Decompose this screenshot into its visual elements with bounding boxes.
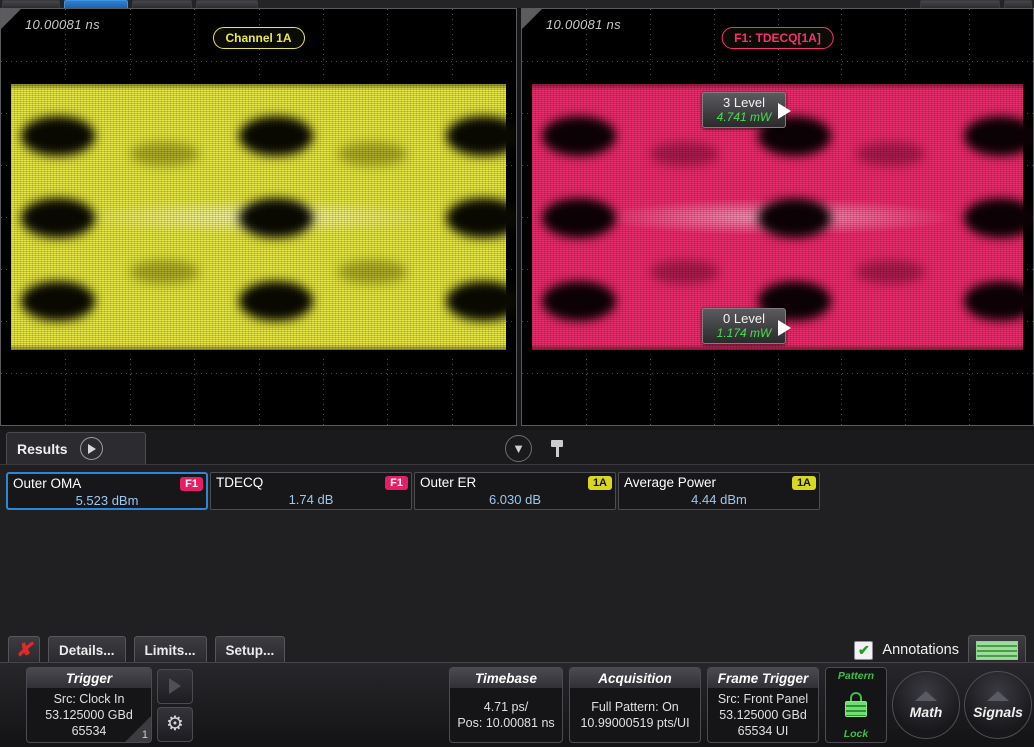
toolbar-button-4[interactable] — [196, 0, 258, 8]
play-icon[interactable] — [79, 437, 103, 460]
status-side-buttons: ⚙ — [157, 667, 193, 743]
trigger-corner-number: 1 — [141, 729, 148, 741]
annotation-color-swatch[interactable] — [968, 635, 1026, 665]
toolbar-button-1[interactable] — [2, 0, 60, 8]
source-badge: F1 — [385, 475, 408, 490]
timebase-line-2: Pos: 10.00081 ns — [457, 715, 555, 730]
padlock-locked-icon — [844, 692, 868, 718]
source-badge: 1A — [587, 475, 612, 490]
math-button-label: Math — [909, 703, 943, 720]
toolbar-button-right-2[interactable] — [1004, 0, 1032, 8]
frame-trigger-line-3: 65534 UI — [737, 723, 789, 738]
tab-results-label: Results — [17, 440, 68, 457]
measurement-name: Outer ER — [420, 475, 477, 490]
annotation-0-level[interactable]: 0 Level 1.174 mW — [702, 308, 786, 344]
timebase-panel[interactable]: Timebase 4.71 ps/ Pos: 10.00081 ns — [449, 667, 563, 743]
timestamp-right: 10.00081 ns — [546, 17, 621, 32]
frame-trigger-panel[interactable]: Frame Trigger Src: Front Panel 53.125000… — [707, 667, 819, 743]
level-marker-0-icon — [778, 320, 791, 336]
chevron-double-down-icon[interactable]: ▼ — [505, 435, 532, 462]
acquisition-line-2: 10.99000519 pts/UI — [580, 715, 690, 730]
status-bar-spacer — [195, 663, 446, 747]
acquisition-title: Acquisition — [570, 668, 700, 688]
annotation-3-level[interactable]: 3 Level 4.741 mW — [702, 92, 786, 128]
pin-icon[interactable] — [551, 440, 563, 457]
measurement-card-tdecq[interactable]: TDECQ F1 1.74 dB — [210, 472, 412, 510]
eye-diagram-trace — [11, 75, 516, 359]
annotations-label: Annotations — [882, 642, 959, 658]
toolbar-button-3[interactable] — [132, 0, 192, 8]
trigger-title: Trigger — [27, 668, 151, 688]
measurement-value: 1.74 dB — [288, 492, 334, 507]
panel-corner-marker — [1, 9, 21, 29]
measurement-card-outer-er[interactable]: Outer ER 1A 6.030 dB — [414, 472, 616, 510]
level-marker-3-icon — [778, 103, 791, 119]
details-button[interactable]: Details... — [48, 636, 126, 664]
measurement-value: 6.030 dB — [488, 492, 542, 507]
signals-button[interactable]: Signals — [964, 671, 1032, 739]
trace-noise — [11, 83, 506, 351]
function-label-text: F1: TDECQ[1A] — [734, 31, 821, 45]
timebase-line-1: 4.71 ps/ — [483, 699, 529, 714]
run-button[interactable] — [157, 668, 193, 704]
timestamp-left: 10.00081 ns — [25, 17, 100, 32]
measurement-value: 5.523 dBm — [75, 493, 139, 508]
annotations-checkbox[interactable]: ✔ — [854, 640, 874, 660]
measurement-name: TDECQ — [216, 475, 264, 490]
annotation-0-level-name: 0 Level — [723, 311, 765, 326]
measurement-name: Average Power — [624, 475, 717, 490]
frame-trigger-title: Frame Trigger — [708, 668, 818, 688]
delete-measurement-button[interactable]: ✘ — [8, 636, 40, 664]
chevron-up-icon — [915, 690, 937, 701]
pattern-lock-indicator[interactable]: Pattern Lock — [825, 667, 887, 743]
measurement-card-average-power[interactable]: Average Power 1A 4.44 dBm — [618, 472, 820, 510]
results-tab-bar: Results ▼ — [0, 430, 1034, 465]
measurement-value: 4.44 dBm — [691, 492, 747, 507]
toolbar-button-right-1[interactable] — [920, 0, 1000, 8]
channel-label-text: Channel 1A — [225, 31, 292, 45]
math-button[interactable]: Math — [892, 671, 960, 739]
scope-panel-channel-1a[interactable]: 10.00081 ns Channel 1A — [0, 8, 517, 426]
frame-trigger-line-2: 53.125000 GBd — [719, 707, 807, 722]
panel-corner-marker — [522, 9, 542, 29]
status-bar: Trigger Src: Clock In 53.125000 GBd 6553… — [0, 662, 1034, 747]
frame-trigger-line-1: Src: Front Panel — [717, 691, 809, 706]
trigger-line-1: Src: Clock In — [53, 691, 125, 706]
results-button-row: ✘ Details... Limits... Setup... — [8, 635, 286, 665]
annotation-3-level-name: 3 Level — [723, 95, 765, 110]
annotation-0-level-value: 1.174 mW — [716, 326, 772, 340]
grid-line-h — [522, 61, 1033, 62]
lock-label: Lock — [843, 728, 869, 740]
scope-panel-function-f1[interactable]: 10.00081 ns F1: TDECQ[1A] 3 Level 4.741 … — [521, 8, 1034, 426]
signals-button-label: Signals — [973, 703, 1023, 720]
grid-line-h — [1, 373, 516, 374]
source-badge: 1A — [791, 475, 816, 490]
trigger-line-3: 65534 — [71, 723, 107, 738]
gear-icon[interactable]: ⚙ — [157, 706, 193, 742]
timebase-title: Timebase — [450, 668, 562, 688]
source-badge: F1 — [180, 476, 203, 491]
scope-display-area: 10.00081 ns Channel 1A 10.00081 ns F1: T… — [0, 8, 1034, 426]
acquisition-line-1: Full Pattern: On — [591, 699, 679, 714]
tab-results[interactable]: Results — [6, 432, 146, 464]
setup-button[interactable]: Setup... — [214, 636, 286, 664]
trigger-line-2: 53.125000 GBd — [45, 707, 133, 722]
acquisition-panel[interactable]: Acquisition Full Pattern: On 10.99000519… — [569, 667, 701, 743]
grid-line-h — [522, 373, 1033, 374]
annotations-control: ✔ Annotations — [854, 635, 1026, 665]
measurement-name: Outer OMA — [13, 476, 82, 491]
trigger-panel[interactable]: Trigger Src: Clock In 53.125000 GBd 6553… — [26, 667, 152, 743]
measurement-cards: Outer OMA F1 5.523 dBm TDECQ F1 1.74 dB … — [6, 472, 1028, 510]
results-section: Results ▼ Outer OMA F1 5.523 dBm TDECQ F… — [0, 430, 1034, 665]
channel-label-badge[interactable]: Channel 1A — [212, 27, 305, 49]
limits-button[interactable]: Limits... — [133, 636, 207, 664]
chevron-up-icon — [987, 690, 1009, 701]
function-label-badge[interactable]: F1: TDECQ[1A] — [721, 27, 834, 49]
oscilloscope-application: 10.00081 ns Channel 1A 10.00081 ns F1: T… — [0, 0, 1034, 747]
annotation-3-level-value: 4.741 mW — [716, 110, 772, 124]
measurement-card-outer-oma[interactable]: Outer OMA F1 5.523 dBm — [6, 472, 208, 510]
grid-line-h — [1, 61, 516, 62]
toolbar-button-2[interactable] — [64, 0, 128, 8]
pattern-label: Pattern — [837, 670, 875, 682]
